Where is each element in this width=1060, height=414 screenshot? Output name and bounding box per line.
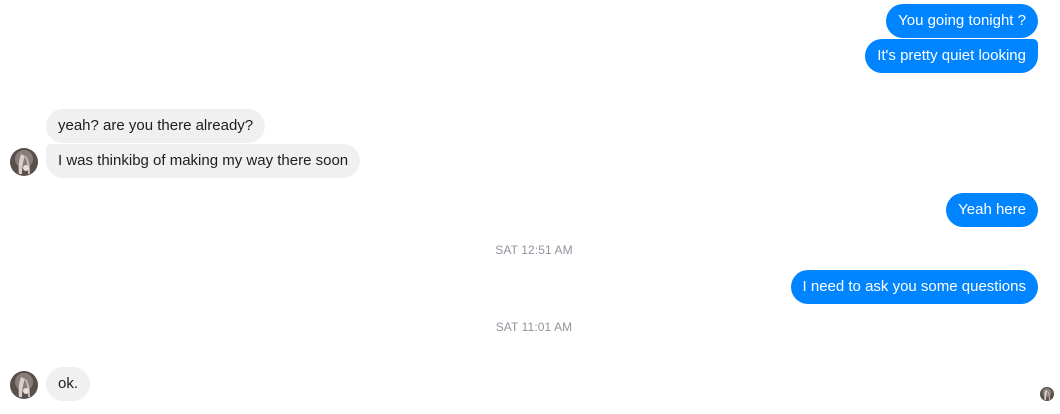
- outgoing-message[interactable]: You going tonight ?: [886, 4, 1038, 38]
- message-text: It's pretty quiet looking: [877, 47, 1026, 64]
- outgoing-message[interactable]: It's pretty quiet looking: [865, 39, 1038, 73]
- outgoing-message[interactable]: I need to ask you some questions: [790, 270, 1038, 304]
- message-text: yeah? are you there already?: [58, 117, 254, 134]
- read-receipt-avatar-icon: [1040, 387, 1054, 401]
- message-text: You going tonight ?: [898, 12, 1026, 29]
- outgoing-message[interactable]: Yeah here: [946, 193, 1038, 227]
- incoming-message[interactable]: I was thinkibg of making my way there so…: [46, 144, 361, 178]
- incoming-message[interactable]: yeah? are you there already?: [46, 109, 266, 143]
- message-text: ok.: [58, 375, 79, 392]
- timestamp-divider: SAT 11:01 AM: [495, 320, 573, 334]
- timestamp-divider: SAT 12:51 AM: [495, 243, 573, 257]
- message-text: I need to ask you some questions: [802, 278, 1026, 295]
- message-text: I was thinkibg of making my way there so…: [58, 152, 349, 169]
- incoming-message[interactable]: ok.: [46, 367, 91, 401]
- contact-avatar-icon[interactable]: [10, 371, 38, 399]
- contact-avatar-icon[interactable]: [10, 148, 38, 176]
- message-text: Yeah here: [958, 201, 1026, 218]
